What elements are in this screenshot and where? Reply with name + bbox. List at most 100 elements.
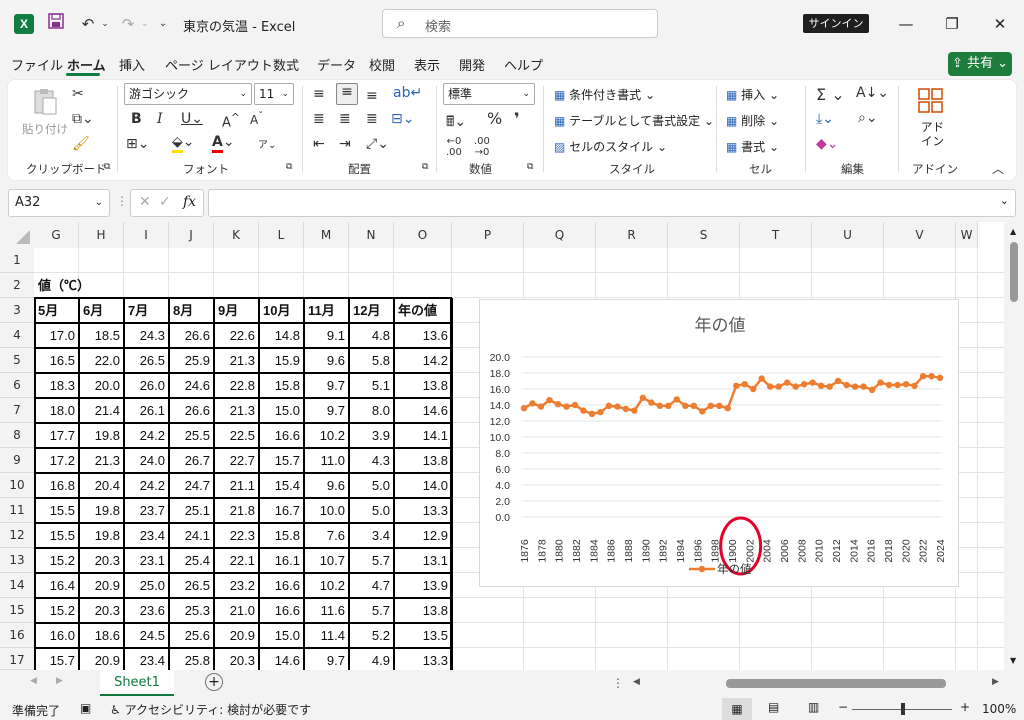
header-cell[interactable]: 7月 [124,298,169,323]
data-cell[interactable]: 16.1 [259,548,304,573]
data-cell[interactable]: 23.4 [124,523,169,548]
data-cell[interactable]: 21.1 [214,473,259,498]
row-header-4[interactable]: 4 [0,323,34,348]
column-header-J[interactable]: J [169,222,214,248]
column-header-S[interactable]: S [668,222,740,248]
page-break-view-icon[interactable]: ▥ [808,700,819,714]
data-cell[interactable]: 4.7 [349,573,394,598]
data-cell[interactable]: 18.0 [34,398,79,423]
align-bottom-icon[interactable]: ≡ [366,88,378,104]
tab-file[interactable]: ファイル [11,55,63,74]
column-header-M[interactable]: M [304,222,349,248]
data-cell[interactable]: 7.6 [304,523,349,548]
data-cell[interactable]: 23.6 [124,598,169,623]
vertical-scroll-thumb[interactable] [1010,242,1018,302]
prev-sheet-icon[interactable]: ◀ [30,676,37,686]
zoom-out-icon[interactable]: − [838,700,848,714]
row-header-3[interactable]: 3 [0,298,34,323]
data-cell[interactable]: 22.7 [214,448,259,473]
row-header-7[interactable]: 7 [0,398,34,423]
column-header-Q[interactable]: Q [524,222,596,248]
zoom-slider-thumb[interactable] [901,703,905,715]
data-cell[interactable]: 10.2 [304,423,349,448]
insert-function-icon[interactable]: fx [183,194,196,210]
formula-input[interactable]: ⌄ [208,189,1016,217]
data-cell[interactable]: 26.5 [124,348,169,373]
format-cells-button[interactable]: ▦ 書式 ⌄ [726,138,779,155]
data-cell[interactable]: 16.5 [34,348,79,373]
tab-home[interactable]: ホーム [67,55,106,74]
data-cell[interactable]: 26.1 [124,398,169,423]
macro-record-icon[interactable]: ▣ [80,701,91,715]
data-cell[interactable]: 24.2 [124,423,169,448]
data-cell[interactable]: 22.5 [214,423,259,448]
font-launcher-icon[interactable]: ⧉ [286,162,292,172]
data-cell[interactable]: 16.7 [259,498,304,523]
data-cell[interactable]: 21.3 [214,348,259,373]
line-chart[interactable]: 年の値 0.0 2.0 4.0 6.0 8.0 10.0 12.0 14.0 16.0 18.0 20… [479,299,959,587]
underline-icon[interactable]: U⌄ [181,111,203,127]
add-sheet-icon[interactable]: + [205,673,223,691]
data-cell[interactable]: 22.3 [214,523,259,548]
data-cell[interactable]: 11.6 [304,598,349,623]
data-cell[interactable]: 15.8 [259,523,304,548]
data-cell[interactable]: 13.8 [394,448,452,473]
data-cell[interactable]: 16.6 [259,423,304,448]
data-cell[interactable]: 24.0 [124,448,169,473]
phonetic-icon[interactable]: ア⌄ [258,136,276,151]
data-cell[interactable]: 5.8 [349,348,394,373]
number-format-select[interactable]: 標準 ⌄ [443,83,535,105]
data-cell[interactable]: 9.1 [304,323,349,348]
search-box[interactable]: ⌕ 検索 [382,9,658,38]
column-header-K[interactable]: K [214,222,259,248]
paste-label[interactable]: 貼り付け [22,121,68,137]
scroll-up-icon[interactable]: ▲ [1010,227,1016,236]
data-cell[interactable]: 15.0 [259,398,304,423]
data-cell[interactable]: 21.8 [214,498,259,523]
border-icon[interactable]: ⊞⌄ [126,136,149,152]
cell-styles-button[interactable]: ▨ セルのスタイル ⌄ [554,138,667,155]
scroll-left-icon[interactable]: ◀ [633,677,640,687]
data-cell[interactable]: 26.0 [124,373,169,398]
scroll-right-icon[interactable]: ▶ [992,677,999,687]
paste-icon[interactable] [28,87,62,119]
data-cell[interactable]: 18.3 [34,373,79,398]
data-cell[interactable]: 15.0 [259,623,304,648]
column-header-I[interactable]: I [124,222,169,248]
data-cell[interactable]: 18.6 [79,623,124,648]
data-cell[interactable]: 14.6 [394,398,452,423]
data-cell[interactable]: 19.8 [79,498,124,523]
data-cell[interactable]: 20.9 [214,623,259,648]
data-cell[interactable]: 20.9 [79,573,124,598]
data-cell[interactable]: 21.4 [79,398,124,423]
data-cell[interactable]: 26.6 [169,323,214,348]
confirm-icon[interactable]: ✓ [159,194,171,210]
data-cell[interactable]: 15.4 [259,473,304,498]
tab-splitter-icon[interactable]: ⋮ [612,676,624,690]
column-header-V[interactable]: V [884,222,956,248]
decrease-font-icon[interactable]: Aˇ [250,111,263,127]
data-cell[interactable]: 17.7 [34,423,79,448]
data-cell[interactable]: 13.8 [394,598,452,623]
data-cell[interactable]: 22.0 [79,348,124,373]
data-cell[interactable]: 24.6 [169,373,214,398]
next-sheet-icon[interactable]: ▶ [56,676,63,686]
tab-help[interactable]: ヘルプ [504,55,543,74]
data-cell[interactable]: 25.6 [169,623,214,648]
data-cell[interactable]: 14.8 [259,323,304,348]
header-cell[interactable]: 12月 [349,298,394,323]
data-cell[interactable]: 25.3 [169,598,214,623]
data-cell[interactable]: 13.3 [394,498,452,523]
data-cell[interactable]: 13.1 [394,548,452,573]
restore-icon[interactable]: ❐ [930,10,974,38]
data-cell[interactable]: 13.8 [394,373,452,398]
font-color-icon[interactable]: A⌄ [212,134,235,153]
close-icon[interactable]: ✕ [978,10,1022,38]
orientation-icon[interactable]: ⤢⌄ [366,136,389,152]
data-cell[interactable]: 19.8 [79,423,124,448]
column-header-L[interactable]: L [259,222,304,248]
clear-icon[interactable]: ◆⌄ [816,136,839,152]
find-select-icon[interactable]: ⌕⌄ [858,110,878,126]
tab-page-layout[interactable]: ページ レイアウト [165,55,273,74]
delete-cells-button[interactable]: ▦ 削除 ⌄ [726,112,779,129]
